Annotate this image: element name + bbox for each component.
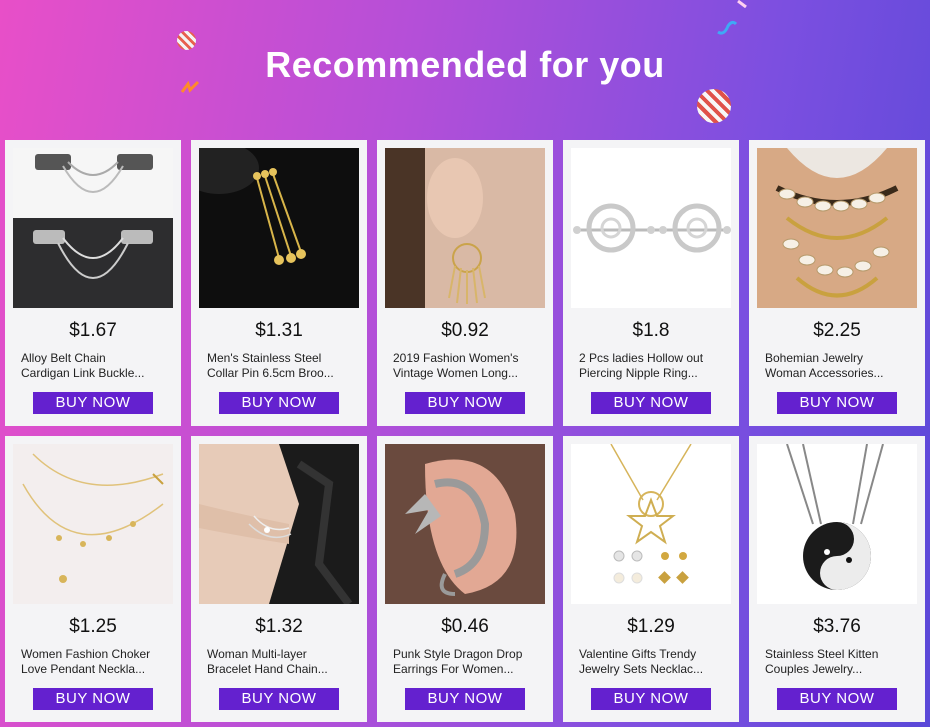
collar-pin-image[interactable]	[199, 148, 359, 308]
product-price: $0.46	[441, 616, 489, 637]
product-card[interactable]: $1.8 2 Pcs ladies Hollow out Piercing Nip…	[563, 140, 739, 426]
buy-now-button[interactable]: BUY NOW	[219, 392, 339, 414]
kitten-pendant-image[interactable]	[757, 444, 917, 604]
hollow-ring-image[interactable]	[571, 148, 731, 308]
striped-ball-decoration	[697, 89, 731, 123]
product-title[interactable]: Woman Multi-layer Bracelet Hand Chain...	[207, 647, 355, 677]
product-card[interactable]: $3.76 Stainless Steel Kitten Couples Jewe…	[749, 436, 925, 722]
product-title[interactable]: Alloy Belt Chain Cardigan Link Buckle...	[21, 351, 169, 381]
product-title[interactable]: Punk Style Dragon Drop Earrings For Women…	[393, 647, 541, 677]
star-necklace-set-image[interactable]	[571, 444, 731, 604]
product-price: $2.25	[813, 320, 861, 341]
product-card[interactable]: $1.29 Valentine Gifts Trendy Jewelry Sets…	[563, 436, 739, 722]
product-price: $1.8	[632, 320, 670, 341]
product-title[interactable]: Bohemian Jewelry Woman Accessories...	[765, 351, 913, 381]
product-title[interactable]: Women Fashion Choker Love Pendant Neckla.…	[21, 647, 169, 677]
shell-necklace-image[interactable]	[757, 148, 917, 308]
buy-now-button[interactable]: BUY NOW	[777, 392, 897, 414]
product-card[interactable]: $1.31 Men's Stainless Steel Collar Pin 6.…	[191, 140, 367, 426]
buy-now-button[interactable]: BUY NOW	[777, 688, 897, 710]
product-price: $1.67	[69, 320, 117, 341]
product-title[interactable]: 2019 Fashion Women's Vintage Women Long..…	[393, 351, 541, 381]
dragon-earcuff-image[interactable]	[385, 444, 545, 604]
product-card[interactable]: $0.92 2019 Fashion Women's Vintage Women …	[377, 140, 553, 426]
buy-now-button[interactable]: BUY NOW	[405, 392, 525, 414]
buy-now-button[interactable]: BUY NOW	[219, 688, 339, 710]
choker-image[interactable]	[13, 444, 173, 604]
product-title[interactable]: Men's Stainless Steel Collar Pin 6.5cm Br…	[207, 351, 355, 381]
bracelet-image[interactable]	[199, 444, 359, 604]
buy-now-button[interactable]: BUY NOW	[33, 688, 153, 710]
buy-now-button[interactable]: BUY NOW	[591, 688, 711, 710]
buy-now-button[interactable]: BUY NOW	[405, 688, 525, 710]
product-price: $3.76	[813, 616, 861, 637]
product-price: $1.31	[255, 320, 303, 341]
product-card[interactable]: $1.67 Alloy Belt Chain Cardigan Link Buck…	[5, 140, 181, 426]
buy-now-button[interactable]: BUY NOW	[33, 392, 153, 414]
product-title[interactable]: 2 Pcs ladies Hollow out Piercing Nipple R…	[579, 351, 727, 381]
product-price: $0.92	[441, 320, 489, 341]
confetti-decoration	[717, 20, 738, 35]
product-card[interactable]: $0.46 Punk Style Dragon Drop Earrings For…	[377, 436, 553, 722]
confetti-decoration	[737, 0, 747, 8]
product-card[interactable]: $1.25 Women Fashion Choker Love Pendant N…	[5, 436, 181, 722]
tassel-earring-image[interactable]	[385, 148, 545, 308]
product-card[interactable]: $1.32 Woman Multi-layer Bracelet Hand Cha…	[191, 436, 367, 722]
product-title[interactable]: Valentine Gifts Trendy Jewelry Sets Neckl…	[579, 647, 727, 677]
chain-clip-image[interactable]	[13, 148, 173, 308]
product-title[interactable]: Stainless Steel Kitten Couples Jewelry...	[765, 647, 913, 677]
product-card[interactable]: $2.25 Bohemian Jewelry Woman Accessories.…	[749, 140, 925, 426]
product-price: $1.25	[69, 616, 117, 637]
banner-title: Recommended for you	[265, 44, 665, 85]
buy-now-button[interactable]: BUY NOW	[591, 392, 711, 414]
product-price: $1.29	[627, 616, 675, 637]
product-price: $1.32	[255, 616, 303, 637]
